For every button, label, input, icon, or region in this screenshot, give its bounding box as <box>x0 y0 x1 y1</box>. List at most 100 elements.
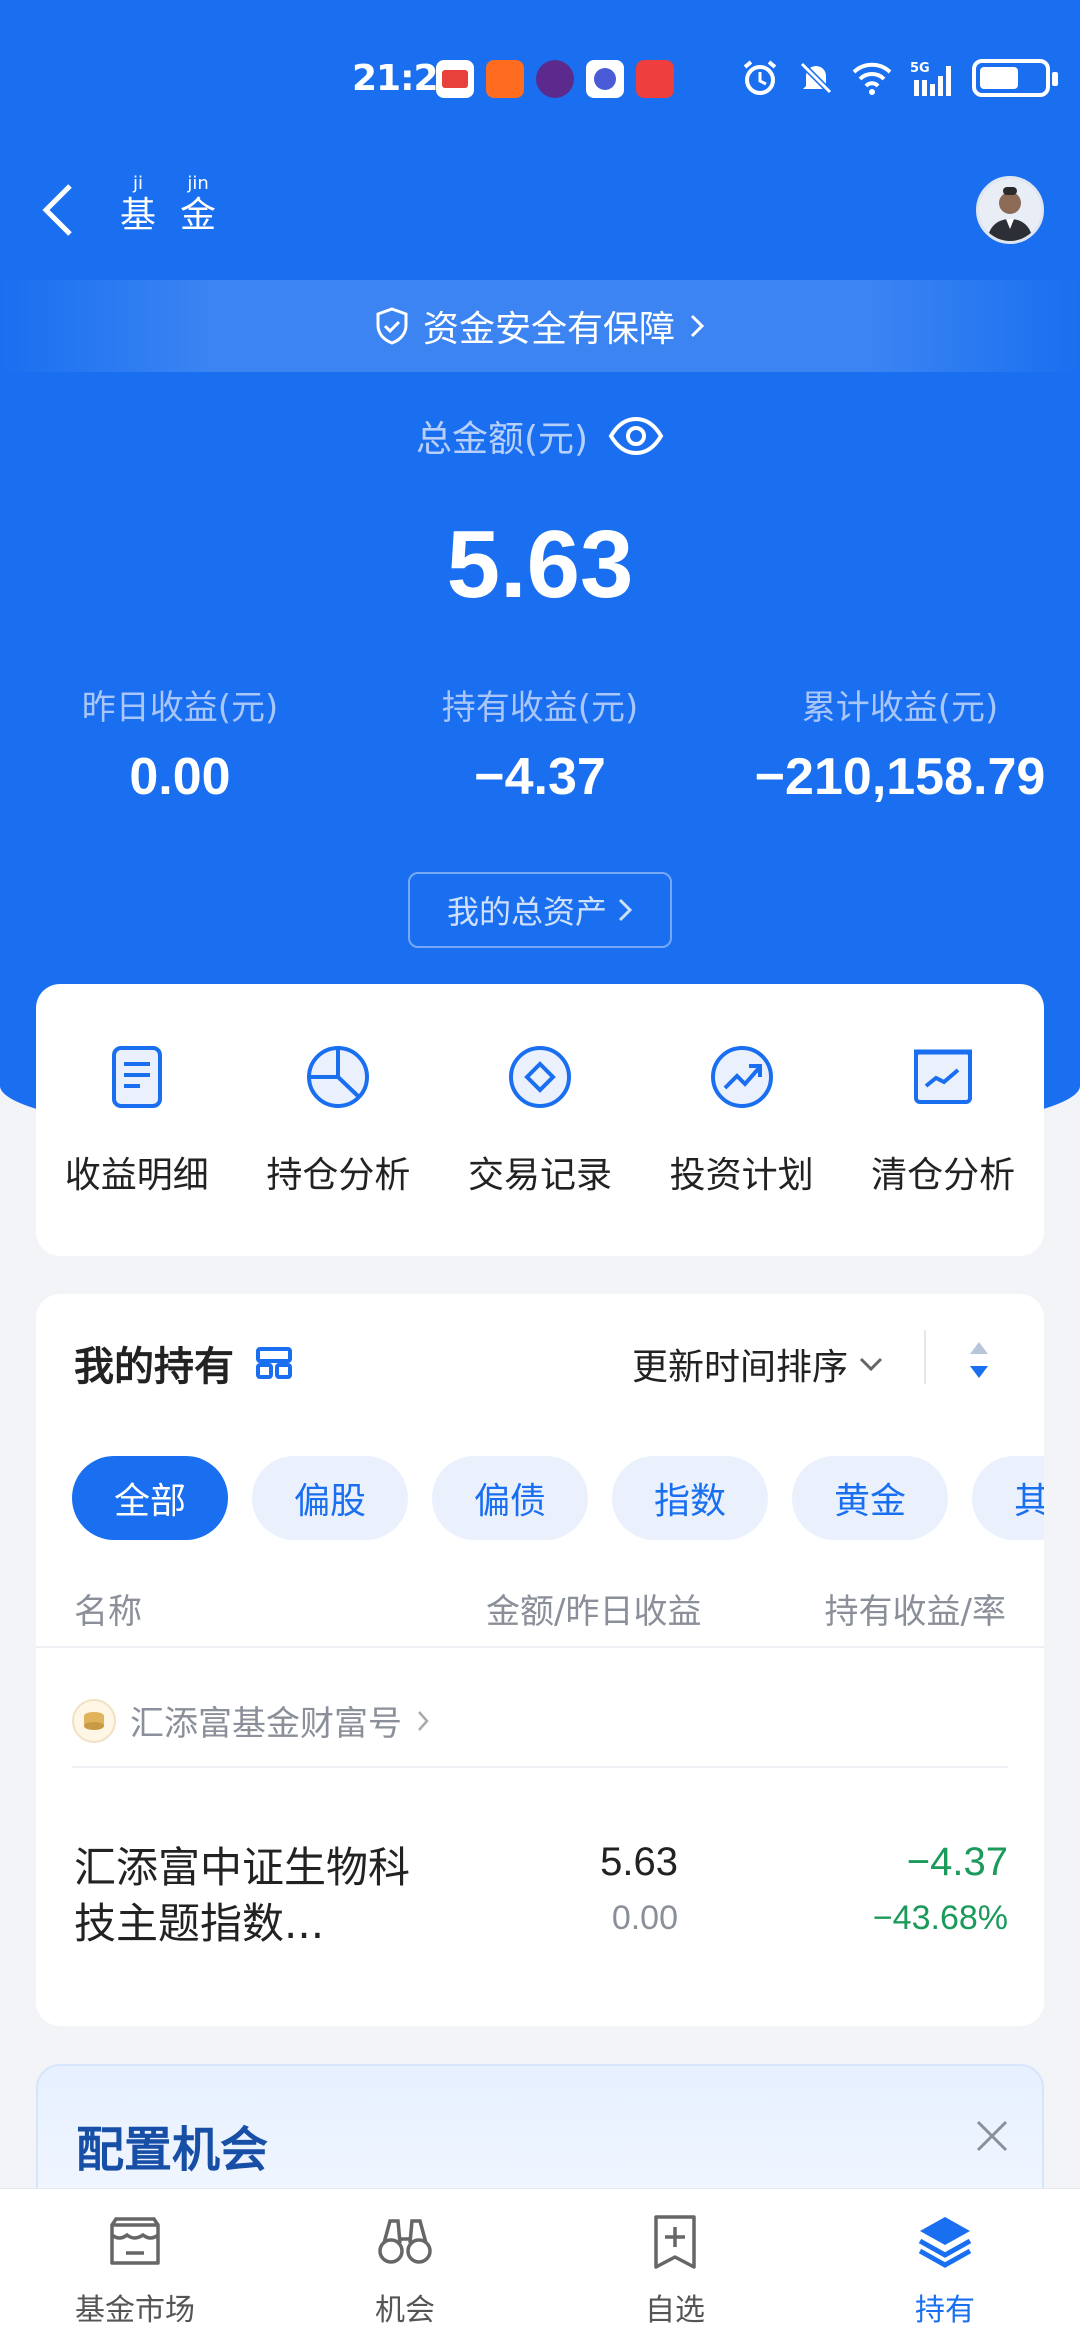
metric-label: 持有收益(元) <box>441 688 639 728</box>
divider <box>36 1646 1044 1648</box>
sort-label: 更新时间排序 <box>631 1347 848 1388</box>
binoculars-icon <box>378 2219 432 2264</box>
alarm-icon <box>743 60 777 95</box>
title-hanzi: 基 <box>120 195 157 236</box>
fund-company-name: 汇添富基金财富号 <box>130 1704 402 1744</box>
notification-app-icon <box>536 60 574 98</box>
pie-chart-icon <box>307 1046 370 1108</box>
fund-amount-block: 5.63 0.00 <box>600 1840 678 1938</box>
safety-banner-text: 资金安全有保障 <box>422 309 675 350</box>
title-char: ji 基 <box>120 174 156 238</box>
tool-label: 交易记录 <box>467 1155 612 1196</box>
chip-all[interactable]: 全部 <box>72 1456 228 1540</box>
divider <box>72 1766 1008 1768</box>
tool-earnings-detail[interactable]: 收益明细 <box>37 1042 237 1198</box>
company-logo-icon <box>72 1698 116 1743</box>
grid-view-icon[interactable] <box>254 1343 294 1383</box>
layers-icon <box>918 2217 972 2268</box>
signal-5g-icon: 5G <box>910 61 951 96</box>
tool-label: 投资计划 <box>669 1155 814 1196</box>
mute-bell-icon <box>799 61 833 95</box>
fund-yesterday-gain: 0.00 <box>611 1899 678 1937</box>
market-icon <box>110 2217 160 2265</box>
tab-holdings[interactable]: 持有 <box>845 2189 1045 2340</box>
add-bookmark-icon <box>654 2215 696 2269</box>
total-assets-button[interactable]: 我的总资产 <box>408 872 672 948</box>
tool-label: 持仓分析 <box>266 1155 411 1196</box>
music-app-icon <box>586 60 624 98</box>
shield-check-icon <box>376 307 408 345</box>
filter-chips: 全部 偏股 偏债 指数 黄金 其他 <box>72 1456 1044 1540</box>
sort-dropdown[interactable]: 更新时间排序 <box>632 1338 884 1390</box>
tab-label: 机会 <box>375 2293 435 2328</box>
tab-fund-market[interactable]: 基金市场 <box>35 2189 235 2340</box>
document-icon <box>111 1046 162 1108</box>
total-amount-label-row: 总金额(元) <box>0 410 1080 462</box>
line-chart-icon <box>914 1049 973 1104</box>
title-pinyin: ji <box>133 173 144 194</box>
chip-gold[interactable]: 黄金 <box>792 1456 948 1540</box>
trend-up-icon <box>710 1046 773 1108</box>
tool-label: 清仓分析 <box>871 1155 1016 1196</box>
fund-amount: 5.63 <box>600 1840 678 1884</box>
tool-position-analysis[interactable]: 持仓分析 <box>238 1042 438 1198</box>
tool-label: 收益明细 <box>64 1155 209 1196</box>
user-avatar[interactable] <box>976 176 1044 244</box>
chip-bond[interactable]: 偏债 <box>432 1456 588 1540</box>
avatar-portrait-icon <box>987 187 1033 241</box>
chip-other[interactable]: 其他 <box>972 1456 1044 1540</box>
metric-label: 累计收益(元) <box>801 688 999 728</box>
bottom-tab-bar: 基金市场 机会 自选 持有 <box>0 2188 1080 2340</box>
notification-app-icon <box>436 60 474 98</box>
page-title: ji 基 jin 金 <box>120 174 216 238</box>
tool-investment-plan[interactable]: 投资计划 <box>642 1042 842 1198</box>
title-hanzi: 金 <box>180 195 217 236</box>
sort-order-icon[interactable] <box>966 1338 992 1382</box>
close-icon[interactable] <box>972 2116 1012 2156</box>
battery-icon <box>972 59 1058 97</box>
fund-name: 汇添富中证生物科技主题指数... <box>74 1843 411 1948</box>
metric-yesterday: 昨日收益(元) 0.00 <box>40 680 320 807</box>
eye-icon[interactable] <box>608 416 664 456</box>
sort-divider <box>924 1330 926 1384</box>
total-amount-value: 5.63 <box>446 511 634 618</box>
total-amount-label: 总金额(元) <box>415 419 589 460</box>
chevron-right-icon <box>418 1710 429 1731</box>
chip-index[interactable]: 指数 <box>612 1456 768 1540</box>
column-name: 名称 <box>74 1592 142 1632</box>
holdings-header: 我的持有 <box>74 1334 294 1392</box>
metric-cumulative: 累计收益(元) −210,158.79 <box>730 680 1070 807</box>
notification-app-icon <box>486 60 524 98</box>
tab-label: 持有 <box>915 2293 975 2328</box>
back-arrow-icon[interactable] <box>36 180 86 240</box>
wifi-icon <box>852 62 892 95</box>
metric-holding: 持有收益(元) −4.37 <box>400 680 680 807</box>
holdings-title: 我的持有 <box>74 1344 234 1390</box>
title-char: jin 金 <box>180 174 216 238</box>
holdings-card: 我的持有 更新时间排序 全部 偏股 偏债 指数 黄金 其他 名称 金额/昨日收益… <box>36 1294 1044 2026</box>
title-pinyin: jin <box>187 173 209 194</box>
chevron-right-icon <box>618 898 633 922</box>
fund-company-link[interactable]: 汇添富基金财富号 <box>72 1696 430 1745</box>
tool-transaction-records[interactable]: 交易记录 <box>440 1042 640 1198</box>
status-bar: 21:25 5G <box>0 50 1080 110</box>
huawei-app-icon <box>636 60 674 98</box>
metric-value: −4.37 <box>474 748 606 806</box>
total-assets-label: 我的总资产 <box>446 893 607 931</box>
svg-text:5G: 5G <box>910 61 930 76</box>
opportunity-title: 配置机会 <box>76 2122 269 2178</box>
tab-watchlist[interactable]: 自选 <box>575 2189 775 2340</box>
fund-gain-block: −4.37 −43.68% <box>873 1840 1008 1938</box>
metric-value: −210,158.79 <box>754 748 1046 806</box>
tab-label: 基金市场 <box>75 2293 195 2328</box>
safety-banner[interactable]: 资金安全有保障 <box>0 280 1080 372</box>
earnings-metrics: 昨日收益(元) 0.00 持有收益(元) −4.37 累计收益(元) −210,… <box>0 680 1080 820</box>
tool-clearance-analysis[interactable]: 清仓分析 <box>843 1042 1043 1198</box>
fund-holding-gain: −4.37 <box>906 1840 1008 1884</box>
tab-opportunity[interactable]: 机会 <box>305 2189 505 2340</box>
tool-shortcuts: 收益明细 持仓分析 交易记录 投资计划 清仓分析 <box>36 984 1044 1256</box>
chip-equity[interactable]: 偏股 <box>252 1456 408 1540</box>
diamond-circle-icon <box>508 1046 571 1108</box>
tab-label: 自选 <box>645 2293 705 2328</box>
column-gain: 持有收益/率 <box>824 1592 1006 1632</box>
